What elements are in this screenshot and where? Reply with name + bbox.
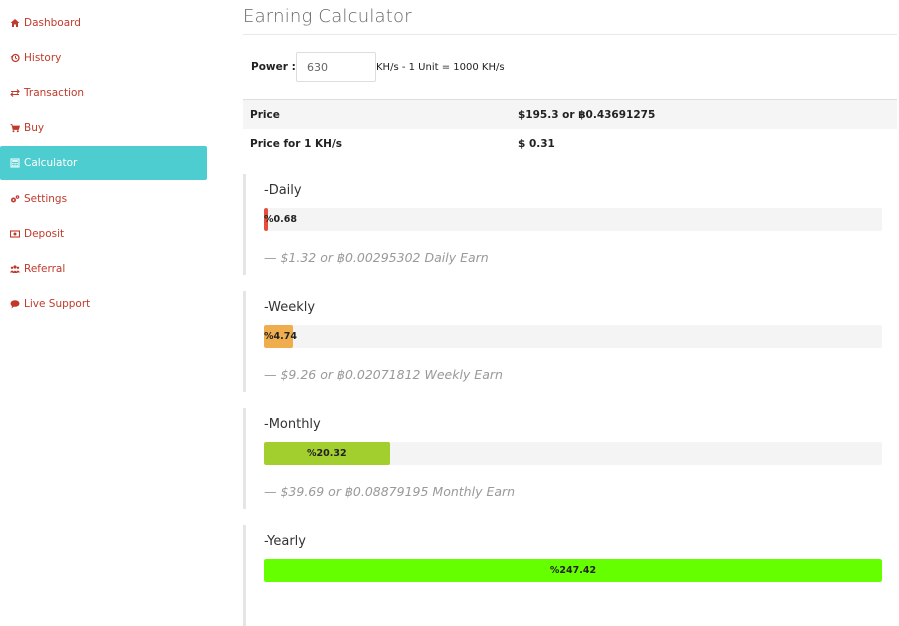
earning-title: -Weekly: [264, 300, 316, 315]
progress-percent-label: %4.74: [264, 331, 297, 342]
sidebar-item-label: Referral: [24, 263, 66, 275]
sidebar-item-label: Transaction: [24, 87, 85, 99]
power-input[interactable]: [296, 52, 376, 82]
earning-title: -Monthly: [264, 417, 321, 432]
price-value: $195.3 or ฿0.43691275: [518, 108, 656, 121]
price-per-khs-row: Price for 1 KH/s $ 0.31: [243, 129, 897, 158]
progress-track: %0.68: [264, 208, 882, 231]
progress-track: %20.32: [264, 442, 882, 465]
progress-percent-label: %20.32: [306, 448, 347, 459]
sidebar-item-deposit[interactable]: Deposit: [0, 217, 207, 251]
progress-percent-label: %0.68: [264, 214, 297, 225]
sidebar: Dashboard History Transaction Buy Calcul…: [0, 0, 210, 587]
exchange-icon: [9, 87, 21, 99]
power-row: Power : KH/s - 1 Unit = 1000 KH/s: [243, 51, 897, 83]
cart-icon: [9, 122, 21, 134]
price-table: Price $195.3 or ฿0.43691275 Price for 1 …: [243, 99, 897, 158]
chat-icon: [9, 298, 21, 310]
sidebar-item-label: Buy: [24, 122, 45, 134]
power-label: Power :: [251, 61, 296, 73]
sidebar-item-label: Settings: [24, 193, 68, 205]
earning-daily: -Daily %0.68 — $1.32 or ฿0.00295302 Dail…: [243, 174, 897, 275]
sidebar-item-calculator[interactable]: Calculator: [0, 146, 207, 180]
earning-title: -Yearly: [264, 534, 306, 549]
price-label: Price: [250, 108, 280, 121]
earning-monthly: -Monthly %20.32 — $39.69 or ฿0.08879195 …: [243, 408, 897, 509]
main-content: Earning Calculator Power : KH/s - 1 Unit…: [243, 0, 897, 626]
sidebar-item-label: Calculator: [24, 157, 78, 169]
sidebar-item-buy[interactable]: Buy: [0, 111, 207, 145]
sidebar-item-history[interactable]: History: [0, 41, 207, 75]
earning-footer: — $1.32 or ฿0.00295302 Daily Earn: [264, 250, 489, 265]
earning-weekly: -Weekly %4.74 — $9.26 or ฿0.02071812 Wee…: [243, 291, 897, 392]
price-row: Price $195.3 or ฿0.43691275: [243, 99, 897, 129]
sidebar-item-label: Deposit: [24, 228, 65, 240]
gears-icon: [9, 193, 21, 205]
progress-track: %247.42: [264, 559, 882, 582]
users-icon: [9, 263, 21, 275]
home-icon: [9, 17, 21, 29]
sidebar-item-label: Dashboard: [24, 17, 81, 29]
sidebar-item-referral[interactable]: Referral: [0, 252, 207, 286]
earning-yearly: -Yearly %247.42: [243, 525, 897, 626]
price-per-khs-value: $ 0.31: [518, 137, 555, 150]
page-title: Earning Calculator: [243, 6, 897, 35]
history-icon: [9, 52, 21, 64]
sidebar-item-live-support[interactable]: Live Support: [0, 287, 207, 321]
money-icon: [9, 228, 21, 240]
progress-track: %4.74: [264, 325, 882, 348]
earning-title: -Daily: [264, 183, 302, 198]
sidebar-item-dashboard[interactable]: Dashboard: [0, 6, 207, 40]
progress-percent-label: %247.42: [549, 565, 597, 576]
price-per-khs-label: Price for 1 KH/s: [250, 137, 343, 150]
sidebar-item-label: History: [24, 52, 62, 64]
power-unit-note: KH/s - 1 Unit = 1000 KH/s: [376, 61, 505, 73]
sidebar-item-transaction[interactable]: Transaction: [0, 76, 207, 110]
earning-footer: — $39.69 or ฿0.08879195 Monthly Earn: [264, 484, 516, 499]
calculator-icon: [9, 157, 21, 169]
sidebar-item-settings[interactable]: Settings: [0, 182, 207, 216]
sidebar-item-label: Live Support: [24, 298, 91, 310]
earning-footer: — $9.26 or ฿0.02071812 Weekly Earn: [264, 367, 503, 382]
